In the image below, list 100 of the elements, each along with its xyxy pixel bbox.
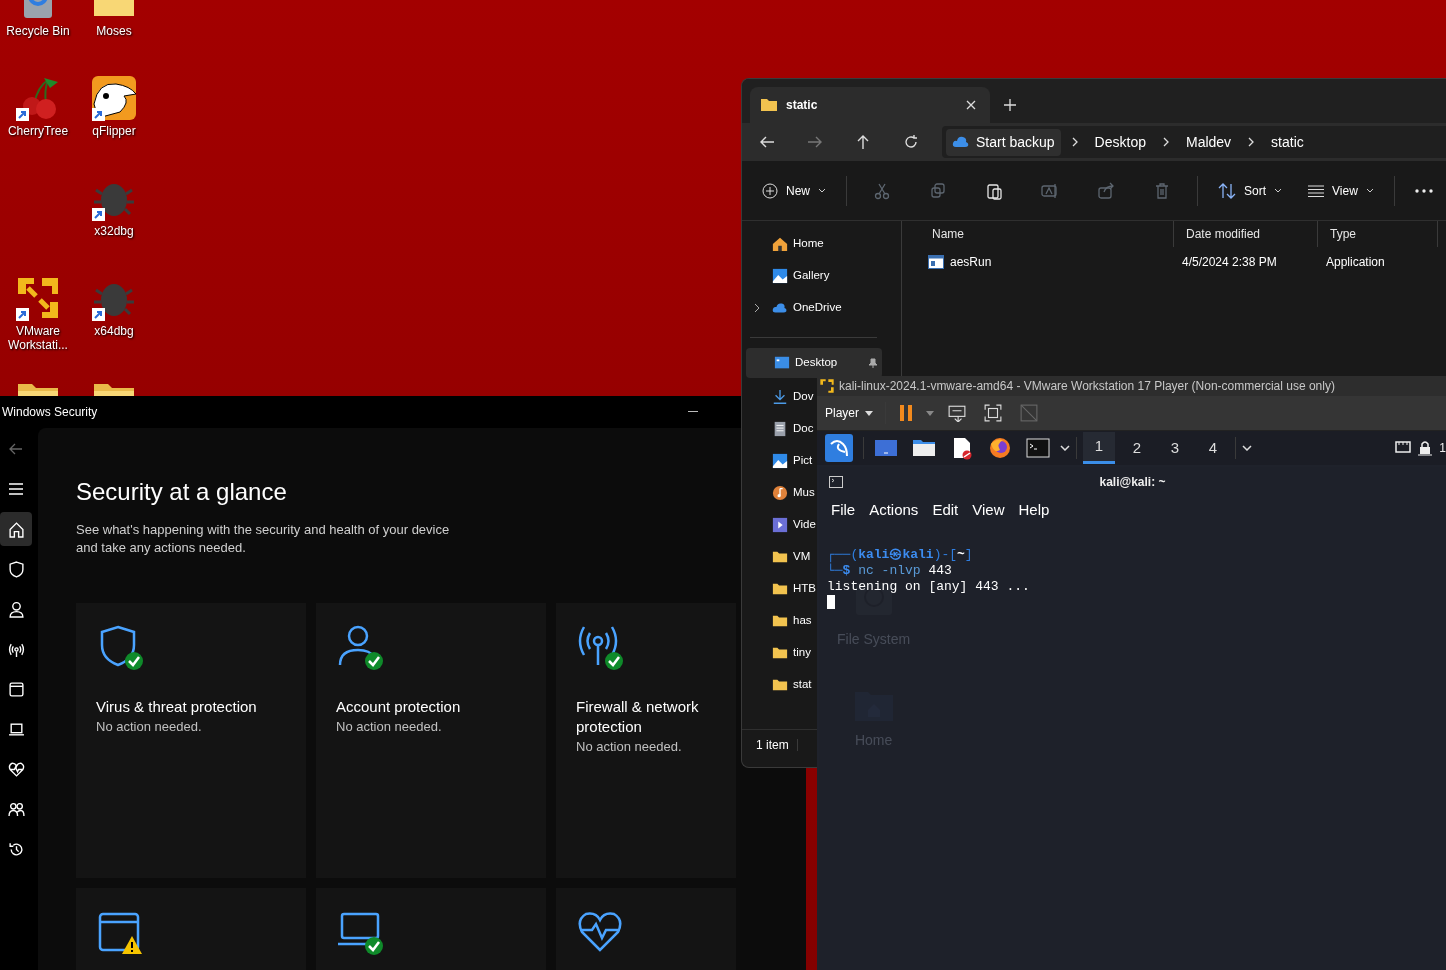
icon-label[interactable]: Recycle Bin [1, 24, 75, 39]
icon-label[interactable]: Moses [77, 24, 151, 39]
breadcrumb-item[interactable]: Maldev [1179, 128, 1238, 156]
picture-icon [772, 268, 788, 284]
arrows-logo-icon [819, 378, 835, 394]
column-header[interactable]: Date modified [1174, 221, 1318, 247]
sidebar-item[interactable]: Mus [742, 480, 815, 506]
cloud-icon [952, 135, 970, 149]
app-window-icon [7, 680, 25, 698]
sidebar-item[interactable]: HTB [742, 576, 816, 602]
icon-label[interactable]: x32dbg [77, 224, 151, 239]
file-name: aesRun [950, 254, 992, 271]
house-icon [772, 236, 788, 252]
plus-icon [1004, 99, 1016, 111]
page-description: See what's happening with the security and health of your device and take any actions needed. [76, 520, 451, 557]
sidebar-item[interactable]: Doc [742, 416, 814, 442]
lock-icon [1417, 440, 1434, 456]
window-title: Windows Security [2, 404, 98, 421]
chevron-icon [1247, 137, 1256, 147]
caret-icon [1365, 188, 1374, 193]
caret-icon [926, 410, 934, 416]
menu-item[interactable]: File [825, 498, 862, 522]
view-button[interactable]: View [1302, 177, 1380, 204]
home-icon [7, 520, 25, 538]
dolphin-app-icon[interactable] [90, 74, 138, 122]
icon-label[interactable]: CherryTree [1, 124, 75, 139]
status-card[interactable]: Account protection No action needed. [316, 602, 546, 878]
sidebar-item[interactable]: tiny [742, 640, 811, 666]
sidebar-item[interactable]: Vide [742, 512, 816, 538]
up-icon [855, 134, 871, 150]
terminal-line: ┌──(kali㉿kali)-[~] [827, 547, 974, 563]
caret-icon [1242, 445, 1252, 451]
list-lines-icon [1308, 184, 1325, 197]
back-arrow-icon [8, 441, 24, 457]
share-icon [1097, 181, 1115, 200]
clipboard-icon [985, 181, 1003, 200]
tab-title: static [786, 97, 819, 114]
sidebar-item[interactable]: OneDrive [742, 295, 842, 321]
document-icon [772, 421, 788, 437]
sidebar-item[interactable]: Gallery [742, 263, 830, 289]
menu-item[interactable]: View [966, 498, 1011, 522]
refresh-icon [903, 134, 919, 150]
workspace-button[interactable]: 3 [1159, 432, 1191, 464]
card-status: No action needed. [336, 717, 443, 736]
table-cell-text: 4/5/2024 2:38 PM [1181, 254, 1278, 271]
heart-pulse-icon [7, 760, 25, 778]
minimize-icon [688, 411, 698, 413]
card-status: No action needed. [576, 737, 683, 756]
chevron-icon [1070, 137, 1079, 147]
sort-button[interactable]: Sort [1212, 177, 1289, 204]
menu-item[interactable]: Help [1012, 498, 1056, 522]
sidebar-item[interactable]: stat [742, 672, 812, 698]
pause-icon [900, 405, 912, 421]
new-button[interactable]: New [756, 177, 832, 204]
desktop-icon [774, 355, 790, 371]
status-card[interactable]: Firewall & network protection No action needed. [556, 602, 736, 878]
column-header[interactable]: Name [920, 221, 1174, 247]
icon-label[interactable]: x64dbg [77, 324, 151, 339]
nav-item[interactable] [0, 512, 32, 546]
sidebar-item[interactable]: Pict [742, 448, 813, 474]
column-header[interactable]: Type [1318, 221, 1438, 247]
network-icon [1395, 441, 1412, 455]
workspace-button[interactable]: 2 [1121, 432, 1153, 464]
folder-icon [772, 645, 788, 661]
status-card[interactable]: Virus & threat protection No action needed. [76, 602, 306, 878]
copy-icon [929, 181, 947, 200]
clock-text: 1 [1439, 440, 1446, 457]
workspace-button[interactable]: 1 [1083, 432, 1115, 464]
file-name-cell[interactable]: aesRun [920, 253, 1174, 271]
breadcrumb-item[interactable]: static [1265, 128, 1310, 156]
sidebar-item[interactable]: VM [742, 544, 811, 570]
card-title: Firewall & network protection [576, 696, 700, 737]
sidebar-item[interactable]: Home [742, 231, 824, 257]
caret-icon [818, 188, 826, 193]
fullscreen-icon [984, 404, 1002, 422]
terminal-line: listening on [any] 443 ... [827, 579, 1031, 595]
menu-item[interactable]: Edit [926, 498, 965, 522]
menu-item[interactable]: Actions [863, 498, 925, 522]
fox-globe-icon [988, 436, 1012, 460]
caret-icon [865, 410, 873, 416]
card-title: Account protection [336, 696, 462, 717]
person-icon [7, 600, 25, 618]
trash-icon [1153, 181, 1171, 200]
workspace-button[interactable]: 4 [1197, 432, 1229, 464]
chevron-icon [1161, 137, 1170, 147]
sidebar-item[interactable]: Dov [742, 384, 814, 410]
player-menu[interactable]: Player [823, 402, 875, 424]
sidebar-item[interactable]: Desktop [746, 348, 882, 378]
status-text: 1 item [756, 736, 789, 754]
history-icon [7, 840, 25, 858]
sidebar-item[interactable]: has [742, 608, 812, 634]
breadcrumb-item[interactable]: Start backup [946, 128, 1061, 156]
folder-icon [760, 97, 778, 113]
caret-icon [1060, 445, 1070, 451]
breadcrumb-item[interactable]: Desktop [1088, 128, 1152, 156]
folder-icon [772, 581, 788, 597]
folder-tab[interactable]: static [750, 87, 990, 123]
icon-label[interactable]: VMware Workstati... [1, 324, 75, 353]
icon-label[interactable]: qFlipper [77, 124, 151, 139]
laptop-icon [7, 720, 25, 738]
